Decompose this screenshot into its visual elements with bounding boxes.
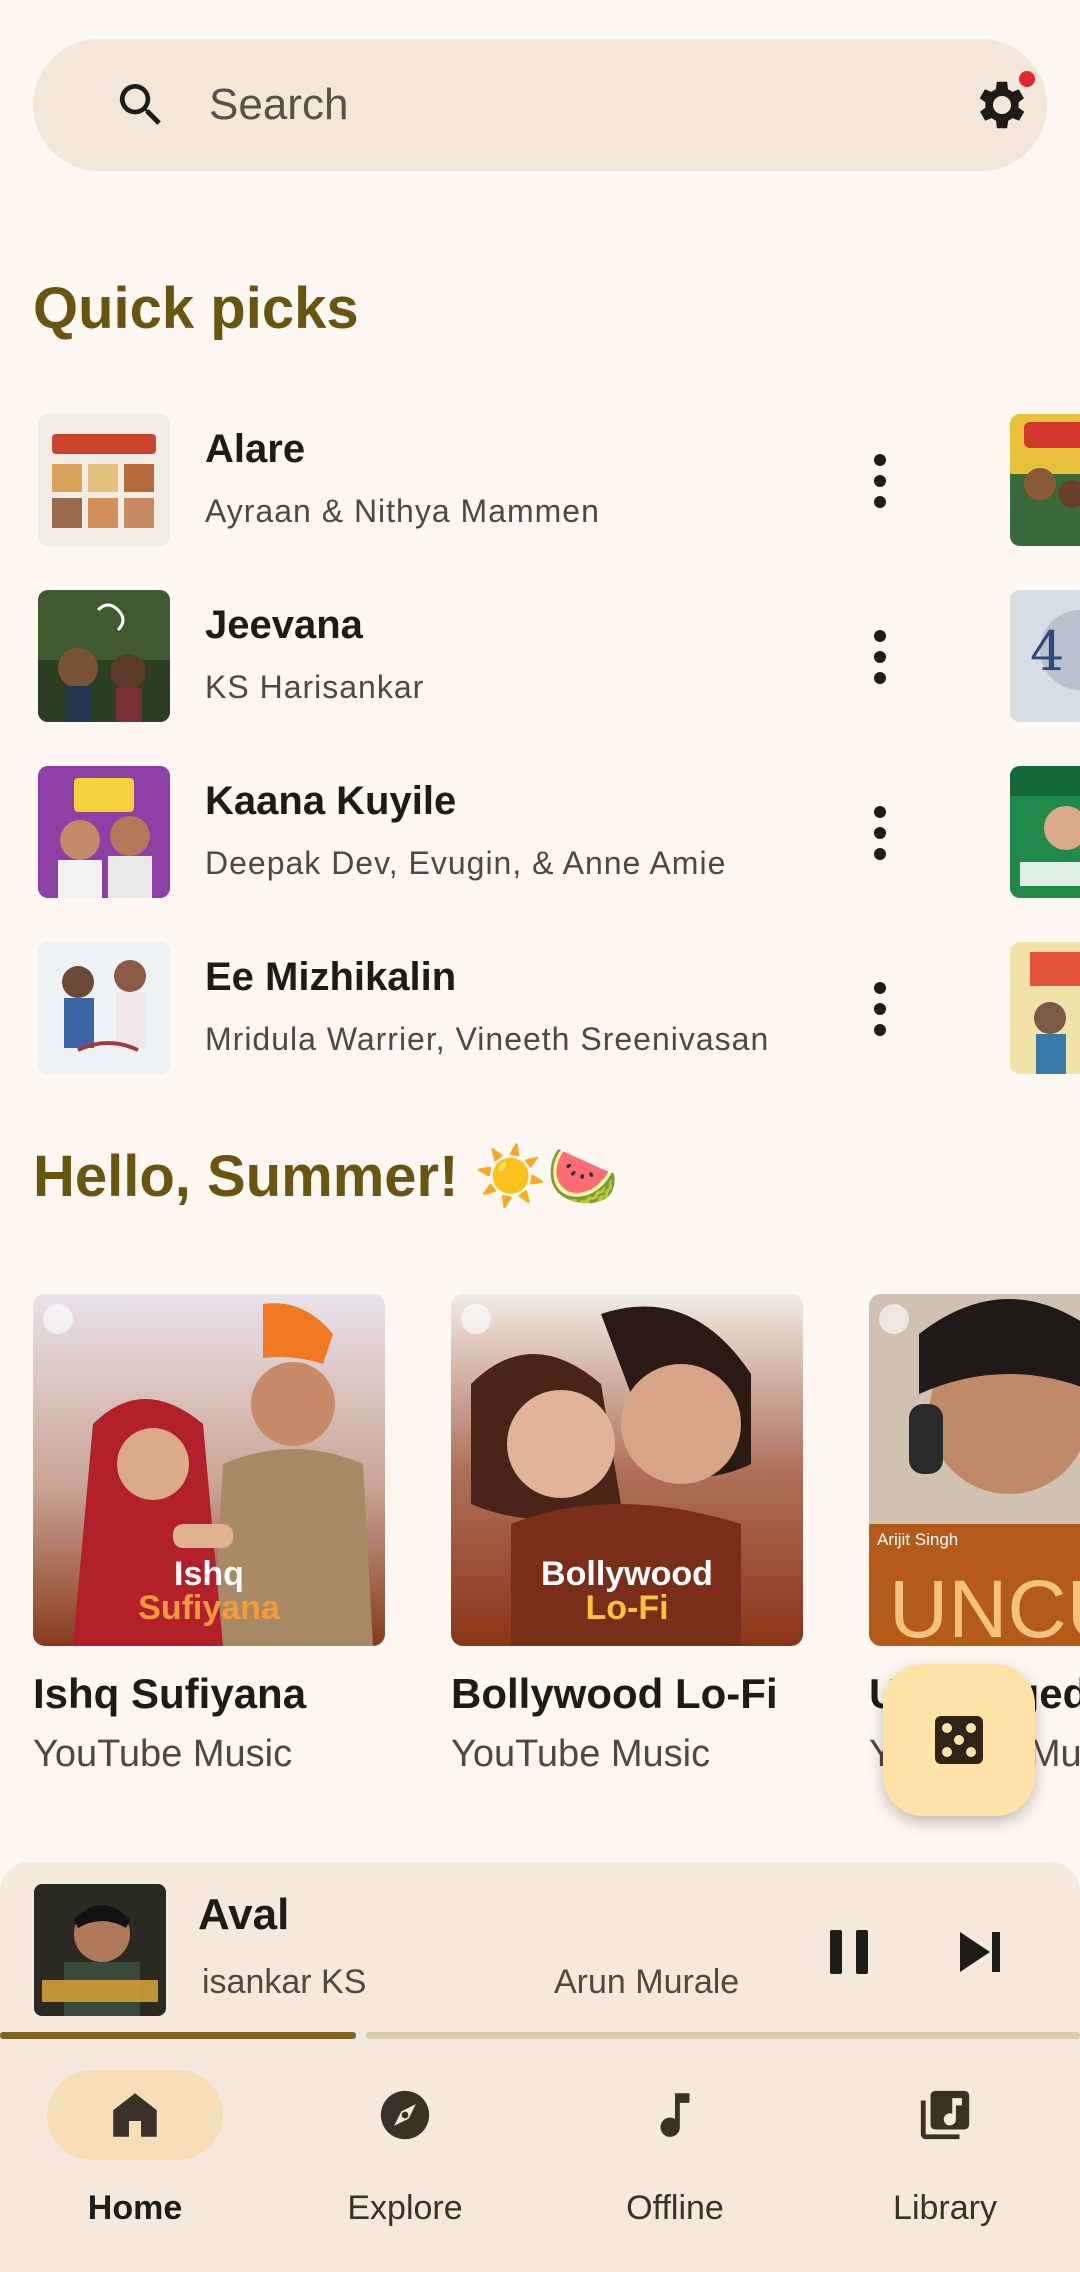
- more-vert-icon[interactable]: [870, 978, 890, 1040]
- album-art-peek[interactable]: [1010, 414, 1080, 546]
- playlist-subtitle: YouTube Music: [33, 1733, 293, 1775]
- playlist-badge-icon: [461, 1304, 491, 1334]
- shuffle-fab[interactable]: [883, 1664, 1035, 1816]
- playlist-card[interactable]: Bollywood Lo-Fi Bollywood Lo-Fi YouTube …: [451, 1294, 803, 1776]
- more-vert-icon[interactable]: [870, 626, 890, 688]
- now-playing-title: Aval: [198, 1890, 290, 1939]
- art-title-line1: Bollywood: [541, 1555, 713, 1593]
- song-artist: Mridula Warrier, Vineeth Sreenivasan: [205, 1021, 770, 1057]
- more-vert-icon[interactable]: [870, 802, 890, 864]
- now-playing-art: [34, 1884, 166, 2016]
- nav-label: Offline: [626, 2189, 724, 2227]
- quick-pick-item[interactable]: Kaana Kuyile Deepak Dev, Evugin, & Anne …: [38, 766, 1080, 900]
- quick-pick-item[interactable]: Alare Ayraan & Nithya Mammen: [38, 414, 1080, 548]
- playlist-art: Bollywood Lo-Fi: [451, 1294, 803, 1646]
- nav-label: Home: [87, 2189, 183, 2227]
- song-artist: KS Harisankar: [205, 669, 425, 705]
- search-bar[interactable]: Search: [33, 39, 1047, 171]
- nav-item-explore[interactable]: Explore: [270, 2042, 540, 2272]
- album-art: [38, 766, 170, 898]
- album-art-peek[interactable]: [1010, 766, 1080, 898]
- nav-label: Library: [893, 2189, 997, 2227]
- svg-text:4: 4: [1030, 620, 1064, 683]
- nav-item-library[interactable]: Library: [810, 2042, 1080, 2272]
- playlist-badge-icon: [879, 1304, 909, 1334]
- song-title: Alare: [205, 427, 306, 471]
- nav-item-home[interactable]: Home: [0, 2042, 270, 2272]
- summer-section-title: Hello, Summer! ☀️🍉: [33, 1144, 619, 1209]
- song-artist: Deepak Dev, Evugin, & Anne Amie: [205, 845, 727, 881]
- progress-played: [0, 2032, 356, 2039]
- mini-player[interactable]: Aval isankar KS Arun Murale: [0, 1862, 1080, 2042]
- song-title: Kaana Kuyile: [205, 779, 457, 823]
- now-playing-artist-secondary: Arun Murale: [554, 1963, 740, 2001]
- playlist-card[interactable]: Ishq Sufiyana Ishq Sufiyana YouTube Musi…: [33, 1294, 385, 1776]
- quick-pick-item[interactable]: Ee Mizhikalin Mridula Warrier, Vineeth S…: [38, 942, 1080, 1076]
- now-playing-artist: isankar KS: [202, 1963, 367, 2001]
- art-title-line2: Sufiyana: [138, 1589, 280, 1627]
- search-icon: [119, 84, 161, 125]
- album-art-peek[interactable]: [1010, 942, 1080, 1074]
- notification-dot: [1019, 71, 1035, 87]
- album-art: [38, 414, 170, 546]
- song-title: Jeevana: [205, 603, 363, 647]
- pause-icon[interactable]: [828, 1928, 870, 1976]
- compass-icon: [380, 2090, 430, 2140]
- song-title: Ee Mizhikalin: [205, 955, 457, 999]
- album-art: [38, 590, 170, 722]
- music-note-icon: [660, 2093, 690, 2137]
- album-art: [38, 942, 170, 1074]
- playlist-art: Ishq Sufiyana: [33, 1294, 385, 1646]
- library-icon: [920, 2090, 970, 2140]
- art-artist-label: Arijit Singh: [877, 1530, 959, 1549]
- progress-remaining: [366, 2032, 1080, 2039]
- song-artist: Ayraan & Nithya Mammen: [205, 493, 600, 529]
- album-art-peek[interactable]: 4: [1010, 590, 1080, 722]
- quick-pick-item[interactable]: Jeevana KS Harisankar 4: [38, 590, 1080, 724]
- home-icon: [113, 2093, 157, 2137]
- skip-next-icon[interactable]: [958, 1928, 1004, 1976]
- dice-shuffle-icon: [935, 1716, 983, 1764]
- art-title-line2: Lo-Fi: [585, 1589, 669, 1627]
- playback-progress[interactable]: [0, 2032, 1080, 2039]
- playlist-art: Arijit Singh UNCU: [869, 1294, 1080, 1646]
- more-vert-icon[interactable]: [870, 450, 890, 512]
- search-placeholder[interactable]: Search: [209, 81, 348, 129]
- nav-item-offline[interactable]: Offline: [540, 2042, 810, 2272]
- bottom-navigation: Home Explore Offline Library: [0, 2042, 1080, 2272]
- playlist-subtitle: YouTube Music: [451, 1733, 711, 1775]
- playlist-title: Bollywood Lo-Fi: [451, 1670, 778, 1717]
- nav-label: Explore: [347, 2189, 463, 2227]
- playlist-badge-icon: [43, 1304, 73, 1334]
- art-big-text: UNCU: [889, 1564, 1080, 1647]
- playlist-title: Ishq Sufiyana: [33, 1670, 307, 1717]
- art-title-line1: Ishq: [174, 1555, 244, 1593]
- quick-picks-title: Quick picks: [33, 276, 359, 341]
